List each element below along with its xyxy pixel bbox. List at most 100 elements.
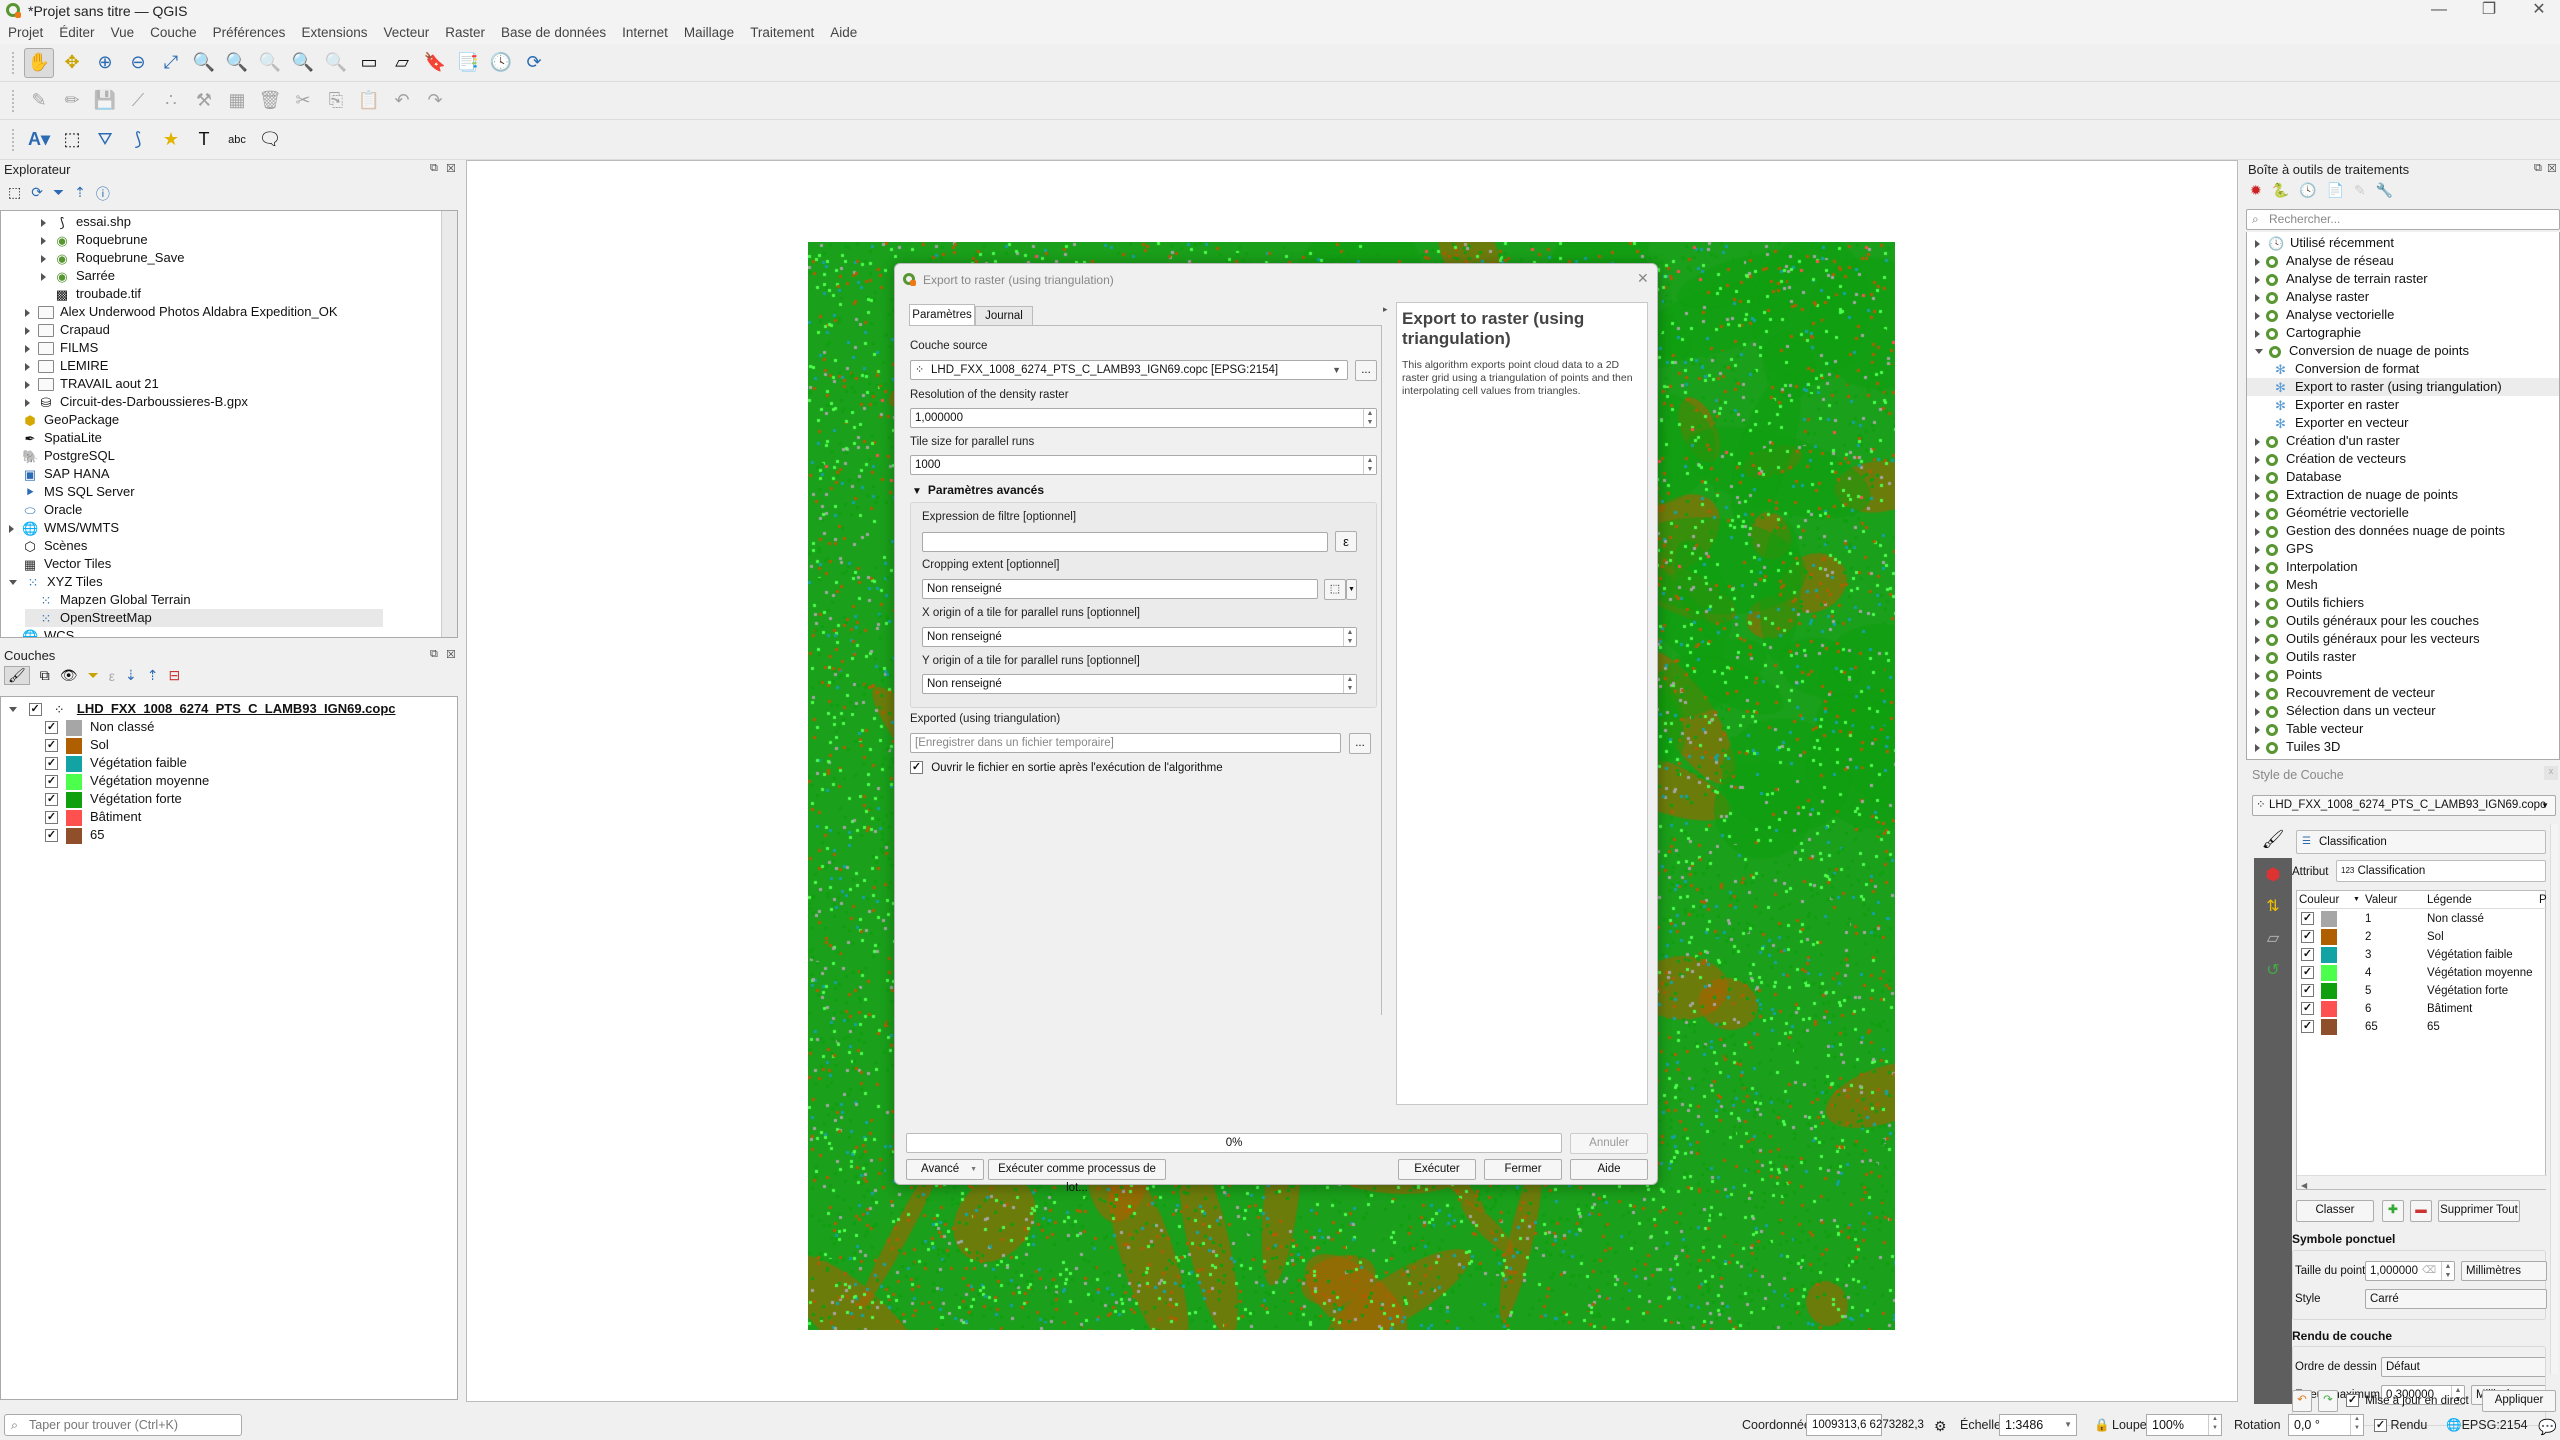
column-couleur[interactable]: Couleur bbox=[2299, 891, 2339, 909]
history-icon[interactable]: 🕓 bbox=[2299, 182, 2316, 199]
zoom-in-icon[interactable]: ⊕ bbox=[90, 48, 120, 78]
rendering-tab-icon[interactable]: ▱ bbox=[2254, 924, 2292, 954]
explorer-item[interactable]: ⬭ Oracle bbox=[9, 501, 82, 519]
styling-layer-combo[interactable]: ⁘ LHD_FXX_1008_6274_PTS_C_LAMB93_IGN69.c… bbox=[2252, 795, 2556, 816]
toolbox-algorithm[interactable]: ✻ Conversion de format bbox=[2247, 360, 2559, 378]
filter-expression-icon[interactable]: ε bbox=[109, 668, 115, 684]
class-visibility-checkbox[interactable]: ✓ bbox=[45, 721, 58, 735]
expand-arrow-icon[interactable] bbox=[2255, 563, 2260, 572]
draw-order-combo[interactable]: Défaut bbox=[2381, 1357, 2545, 1377]
remove-layer-icon[interactable]: ⊟ bbox=[168, 667, 180, 684]
apply-button[interactable]: Appliquer bbox=[2482, 1390, 2556, 1412]
locator-search-input[interactable]: ⌕ Taper pour trouver (Ctrl+K) bbox=[4, 1414, 242, 1436]
class-color-swatch[interactable] bbox=[2321, 983, 2337, 999]
expand-arrow-icon[interactable] bbox=[2255, 527, 2260, 536]
toolbox-group[interactable]: Analyse de réseau bbox=[2247, 252, 2559, 270]
magnifier-input[interactable]: 100% ▲ ▼ bbox=[2146, 1414, 2222, 1436]
explorer-item[interactable]: ⁙ OpenStreetMap bbox=[25, 609, 383, 627]
class-color-swatch[interactable] bbox=[2321, 947, 2337, 963]
zoom-to-selection-icon[interactable]: 🔍 bbox=[189, 48, 219, 78]
expand-arrow-icon[interactable] bbox=[25, 398, 30, 407]
symbology-tab-icon[interactable]: 🖌 bbox=[2254, 824, 2292, 858]
minimize-button[interactable]: — bbox=[2416, 0, 2462, 22]
batch-process-button[interactable]: Exécuter comme processus de lot... bbox=[988, 1159, 1166, 1194]
live-update-option[interactable]: ✓ Mise à jour en direct bbox=[2346, 1394, 2469, 1407]
redo-icon[interactable]: ↷ bbox=[420, 86, 450, 116]
explorer-item[interactable]: ⁙ Mapzen Global Terrain bbox=[25, 591, 191, 609]
layer-class-item[interactable]: ✓ 65 bbox=[45, 826, 104, 844]
tile-size-input[interactable]: 1000 ▲ ▼ bbox=[910, 455, 1377, 475]
menu-raster[interactable]: Raster bbox=[437, 22, 493, 40]
history-tab-icon[interactable]: ↺ bbox=[2254, 956, 2292, 986]
styling-panel-icon[interactable]: 🖌 bbox=[4, 666, 30, 685]
column-legende[interactable]: Légende bbox=[2427, 891, 2472, 909]
new-map-view-icon[interactable]: ▭ bbox=[354, 48, 384, 78]
add-text-annotation-icon[interactable]: T bbox=[189, 125, 219, 155]
expand-arrow-icon[interactable] bbox=[2255, 635, 2260, 644]
move-label-icon[interactable]: abc bbox=[222, 125, 252, 155]
class-visibility-checkbox[interactable]: ✓ bbox=[45, 829, 58, 843]
paste-icon[interactable]: 📋 bbox=[354, 86, 384, 116]
toolbox-algorithm[interactable]: ✻ Exporter en raster bbox=[2247, 396, 2559, 414]
messages-icon[interactable]: 💬 bbox=[2538, 1418, 2557, 1436]
zoom-next-icon[interactable]: 🔍 bbox=[321, 48, 351, 78]
advanced-parameters-toggle[interactable]: ▼ Paramètres avancés bbox=[912, 483, 1044, 497]
results-viewer-icon[interactable]: 📄 bbox=[2327, 182, 2344, 199]
toolbox-group[interactable]: Analyse de terrain raster bbox=[2247, 270, 2559, 288]
label-options-icon[interactable]: A▾ bbox=[24, 125, 54, 155]
toolbox-group[interactable]: Outils raster bbox=[2247, 648, 2559, 666]
text-annotation-icon[interactable]: 🗨 bbox=[255, 125, 285, 155]
explorer-item[interactable]: ⬡ Scènes bbox=[9, 537, 87, 555]
refresh-icon[interactable]: ⟳ bbox=[519, 48, 549, 78]
advanced-menu-button[interactable]: Avancé ▼ bbox=[906, 1159, 984, 1180]
zoom-last-icon[interactable]: 🔍 bbox=[288, 48, 318, 78]
class-enabled-checkbox[interactable]: ✓ bbox=[2301, 1020, 2314, 1033]
python-scripts-icon[interactable]: 🐍 bbox=[2272, 182, 2289, 199]
undo-icon[interactable]: ↶ bbox=[387, 86, 417, 116]
explorer-item[interactable]: ⬢ GeoPackage bbox=[9, 411, 119, 429]
spinbox-arrows-icon[interactable]: ▲ ▼ bbox=[1363, 409, 1376, 427]
menu-editer[interactable]: Éditer bbox=[51, 22, 102, 40]
expand-arrow-icon[interactable] bbox=[2255, 437, 2260, 446]
expand-arrow-icon[interactable] bbox=[2255, 617, 2260, 626]
dialog-close-icon[interactable]: ✕ bbox=[1637, 270, 1649, 287]
spinbox-arrows-icon[interactable]: ▲ ▼ bbox=[1343, 675, 1356, 693]
delete-all-button[interactable]: Supprimer Tout bbox=[2438, 1200, 2520, 1222]
cancel-button[interactable]: Annuler bbox=[1570, 1133, 1648, 1154]
collapse-all-icon[interactable]: ⇡ bbox=[74, 184, 86, 204]
output-browse-button[interactable]: ... bbox=[1349, 733, 1371, 754]
lock-scale-icon[interactable]: 🔒 bbox=[2094, 1418, 2110, 1433]
explorer-item[interactable]: FILMS bbox=[25, 339, 98, 357]
close-dock-icon[interactable]: ☒ bbox=[446, 648, 456, 661]
class-table-row[interactable]: ✓ 1 Non classé bbox=[2297, 910, 2547, 928]
expand-arrow-icon[interactable] bbox=[2255, 653, 2260, 662]
explorer-item[interactable]: ⯈ MS SQL Server bbox=[9, 483, 135, 501]
toolbox-search-input[interactable]: ⌕ Rechercher... bbox=[2246, 209, 2560, 230]
layer-class-item[interactable]: ✓ Végétation faible bbox=[45, 754, 187, 772]
add-point-feature-icon[interactable]: ∴ bbox=[156, 86, 186, 116]
resolution-input[interactable]: 1,000000 ▲ ▼ bbox=[910, 408, 1377, 428]
remove-class-button[interactable]: ▬ bbox=[2410, 1200, 2432, 1222]
expand-arrow-icon[interactable] bbox=[2255, 725, 2260, 734]
class-visibility-checkbox[interactable]: ✓ bbox=[45, 811, 58, 825]
models-icon[interactable]: ✹ bbox=[2250, 182, 2262, 199]
explorer-item[interactable]: TRAVAIL aout 21 bbox=[25, 375, 159, 393]
expand-arrow-icon[interactable] bbox=[2255, 671, 2260, 680]
maximize-button[interactable]: ❐ bbox=[2466, 0, 2512, 22]
expand-arrow-icon[interactable] bbox=[41, 272, 46, 281]
3d-view-tab-icon[interactable]: ⬢ bbox=[2254, 860, 2292, 890]
cut-icon[interactable]: ✂ bbox=[288, 86, 318, 116]
toolbox-group[interactable]: Création de vecteurs bbox=[2247, 450, 2559, 468]
toolbar-grip[interactable] bbox=[12, 128, 16, 151]
attribute-combo[interactable]: 123 Classification bbox=[2336, 860, 2546, 882]
expand-arrow-icon[interactable] bbox=[25, 362, 30, 371]
toolbox-group[interactable]: Recouvrement de vecteur bbox=[2247, 684, 2559, 702]
toolbox-group[interactable]: Extraction de nuage de points bbox=[2247, 486, 2559, 504]
explorer-item[interactable]: 🐘 PostgreSQL bbox=[9, 447, 115, 465]
class-enabled-checkbox[interactable]: ✓ bbox=[2301, 930, 2314, 943]
add-polygon-icon[interactable]: ⛛ bbox=[90, 125, 120, 155]
toolbox-group[interactable]: Sélection dans un vecteur bbox=[2247, 702, 2559, 720]
layer-class-item[interactable]: ✓ Végétation moyenne bbox=[45, 772, 209, 790]
info-icon[interactable]: ⓘ bbox=[96, 184, 110, 204]
expand-arrow-icon[interactable] bbox=[2255, 239, 2260, 248]
